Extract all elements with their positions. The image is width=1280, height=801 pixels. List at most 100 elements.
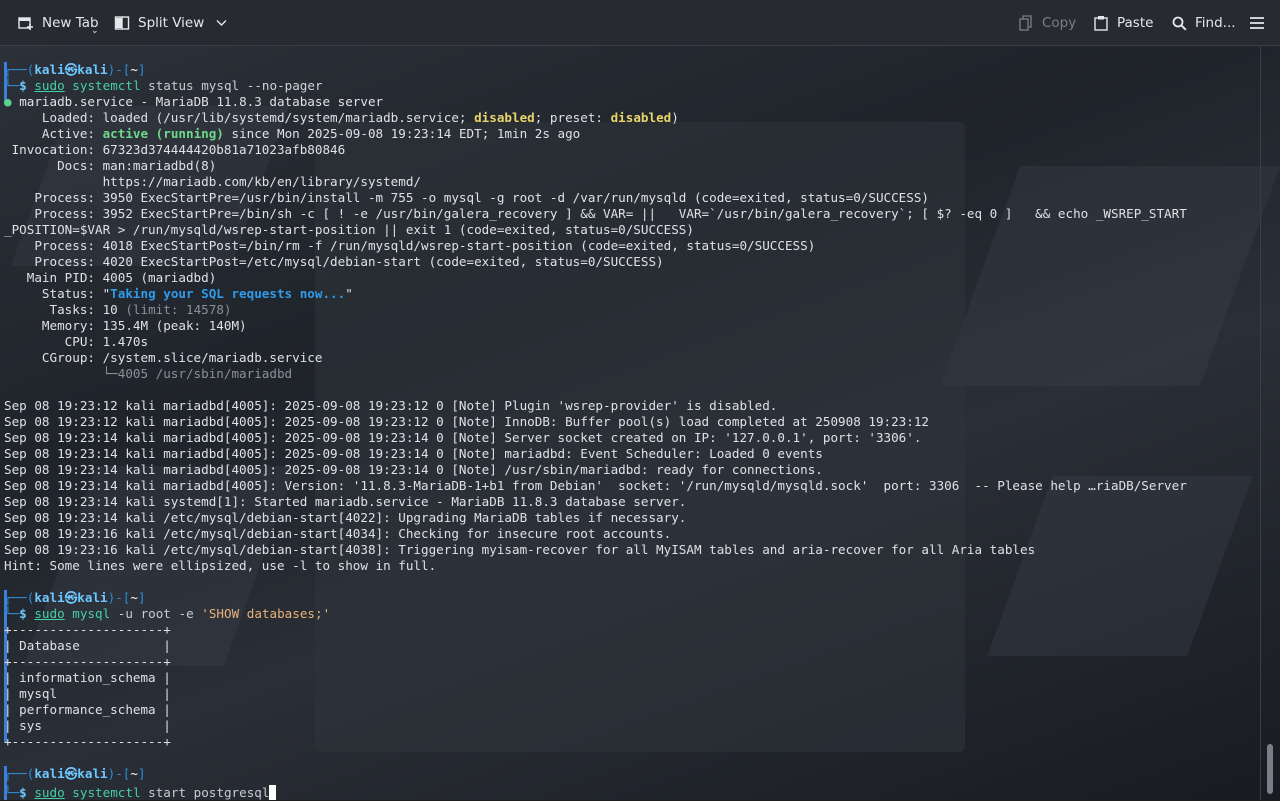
log-line: Sep 08 19:23:16 kali /etc/mysql/debian-s…	[4, 542, 1036, 557]
text: )	[671, 110, 679, 125]
copy-label: Copy	[1042, 15, 1077, 31]
status-message: Taking your SQL requests now...	[110, 286, 346, 301]
status-cgroup-child-line: └─4005 /usr/sbin/mariadbd	[4, 366, 293, 381]
chevron-down-icon[interactable]: ⌄	[91, 26, 99, 36]
find-label: Find...	[1195, 15, 1236, 31]
active-state: active (running)	[102, 126, 224, 141]
prompt-host: kali	[77, 766, 108, 781]
status-loaded-line: Loaded: loaded (/usr/lib/systemd/system/…	[4, 110, 679, 126]
paste-icon	[1094, 15, 1108, 31]
command-line: └─$ sudo mysql -u root -e 'SHOW database…	[4, 606, 331, 621]
command-token: systemctl	[72, 785, 141, 800]
split-view-icon	[114, 15, 130, 31]
hint-line: Hint: Some lines were ellipsized, use -l…	[4, 558, 437, 573]
command-line: └─$ sudo systemctl status mysql --no-pag…	[4, 78, 323, 93]
command-token: postgresql	[193, 785, 270, 800]
log-line: Sep 08 19:23:14 kali /etc/mysql/debian-s…	[4, 510, 687, 525]
text: Loaded: loaded (/usr/lib/systemd/system/…	[4, 110, 475, 125]
text: ; preset:	[534, 110, 611, 125]
table-border: +--------------------+	[4, 654, 171, 669]
status-active-line: Active: active (running) since Mon 2025-…	[4, 126, 580, 142]
command-token: mysql	[201, 78, 240, 93]
status-process-line: Process: 3950 ExecStartPre=/usr/bin/inst…	[4, 190, 930, 205]
paste-button[interactable]: Paste	[1094, 0, 1153, 46]
status-process-line: Process: 4020 ExecStartPost=/etc/mysql/d…	[4, 254, 664, 269]
status-unit: mariadb.service - MariaDB 11.8.3 databas…	[19, 94, 384, 109]
search-icon	[1172, 16, 1187, 31]
command-token: 'SHOW databases;'	[201, 606, 331, 621]
hamburger-menu-button[interactable]	[1249, 0, 1265, 46]
prompt-user: kali	[34, 62, 65, 77]
status-process-line: Process: 3952 ExecStartPre=/bin/sh -c [ …	[4, 206, 1187, 221]
terminal-output: ┌──(kali㉿kali)-[~] └─$ sudo systemctl st…	[4, 62, 1260, 800]
prompt-line: ┌──(kali㉿kali)-[~]	[4, 766, 146, 781]
table-row: | mysql |	[4, 686, 171, 701]
text: Active:	[4, 126, 103, 141]
status-memory-line: Memory: 135.4M (peak: 140M)	[4, 318, 247, 333]
log-line: Sep 08 19:23:16 kali /etc/mysql/debian-s…	[4, 526, 672, 541]
text: disabled	[474, 110, 535, 125]
prompt-user: kali	[34, 590, 65, 605]
table-border: +--------------------+	[4, 734, 171, 749]
prompt-host: kali	[77, 62, 108, 77]
text-cursor	[269, 785, 277, 800]
new-tab-icon	[18, 15, 34, 31]
table-header: | Database |	[4, 638, 171, 653]
table-border: +--------------------+	[4, 622, 171, 637]
prompt-line: ┌──(kali㉿kali)-[~]	[4, 62, 146, 77]
text: disabled	[610, 110, 672, 125]
text: Status: "	[4, 286, 111, 301]
log-line: Sep 08 19:23:14 kali mariadbd[4005]: Ver…	[4, 478, 1187, 493]
text: Tasks: 10	[4, 302, 126, 317]
scrollbar-thumb[interactable]	[1267, 744, 1273, 794]
chevron-down-icon[interactable]	[216, 19, 227, 27]
status-cpu-line: CPU: 1.470s	[4, 334, 149, 349]
command-token: root	[140, 606, 171, 621]
new-tab-button[interactable]: New Tab ⌄	[18, 0, 99, 46]
command-token: sudo	[34, 785, 65, 800]
log-line: Sep 08 19:23:14 kali mariadbd[4005]: 202…	[4, 430, 922, 445]
status-process-line: Process: 4018 ExecStartPost=/bin/rm -f /…	[4, 238, 816, 253]
log-line: Sep 08 19:23:12 kali mariadbd[4005]: 202…	[4, 398, 778, 413]
prompt-dir: ~	[130, 62, 138, 77]
prompt-dir: ~	[130, 590, 138, 605]
command-token: -e	[178, 606, 194, 621]
status-docs-line: Docs: man:mariadbd(8)	[4, 158, 217, 173]
command-token: --no-pager	[246, 78, 323, 93]
command-token: mysql	[72, 606, 111, 621]
prompt-line: ┌──(kali㉿kali)-[~]	[4, 590, 146, 605]
command-token: start	[148, 785, 187, 800]
command-token: systemctl	[72, 78, 141, 93]
text: (limit: 14578)	[125, 302, 232, 317]
status-process-line: _POSITION=$VAR > /run/mysqld/wsrep-start…	[4, 222, 694, 237]
log-line: Sep 08 19:23:14 kali systemd[1]: Started…	[4, 494, 687, 509]
table-row: | sys |	[4, 718, 171, 733]
command-input-line[interactable]: └─$ sudo systemctl start postgresql	[4, 782, 277, 800]
log-line: Sep 08 19:23:12 kali mariadbd[4005]: 202…	[4, 414, 930, 429]
command-token: sudo	[34, 78, 65, 93]
status-tasks-line: Tasks: 10 (limit: 14578)	[4, 302, 231, 318]
log-line: Sep 08 19:23:14 kali mariadbd[4005]: 202…	[4, 446, 823, 461]
find-button[interactable]: Find...	[1172, 0, 1236, 46]
log-line: Sep 08 19:23:14 kali mariadbd[4005]: 202…	[4, 462, 823, 477]
status-unit-line: ● mariadb.service - MariaDB 11.8.3 datab…	[4, 94, 384, 109]
status-mainpid-line: Main PID: 4005 (mariadbd)	[4, 270, 217, 285]
table-row: | information_schema |	[4, 670, 171, 685]
command-token: sudo	[34, 606, 65, 621]
status-docs-url-line: https://mariadb.com/kb/en/library/system…	[4, 174, 422, 189]
paste-label: Paste	[1117, 15, 1154, 31]
hamburger-menu-icon	[1249, 16, 1265, 30]
prompt-dir: ~	[130, 766, 138, 781]
terminal-toolbar: New Tab ⌄ Split View Copy Paste Find...	[0, 0, 1280, 46]
scrollbar[interactable]	[1260, 46, 1280, 800]
split-view-button[interactable]: Split View	[114, 0, 227, 46]
text: "	[345, 286, 353, 301]
copy-button[interactable]: Copy	[1019, 0, 1076, 46]
split-view-label: Split View	[138, 15, 205, 31]
command-token: -u	[117, 606, 133, 621]
table-row: | performance_schema |	[4, 702, 171, 717]
status-invocation-line: Invocation: 67323d374444420b81a71023afb8…	[4, 142, 346, 157]
text: since Mon 2025-09-08 19:23:14 EDT; 1min …	[223, 126, 581, 141]
prompt-host: kali	[77, 590, 108, 605]
status-cgroup-line: CGroup: /system.slice/mariadb.service	[4, 350, 323, 365]
